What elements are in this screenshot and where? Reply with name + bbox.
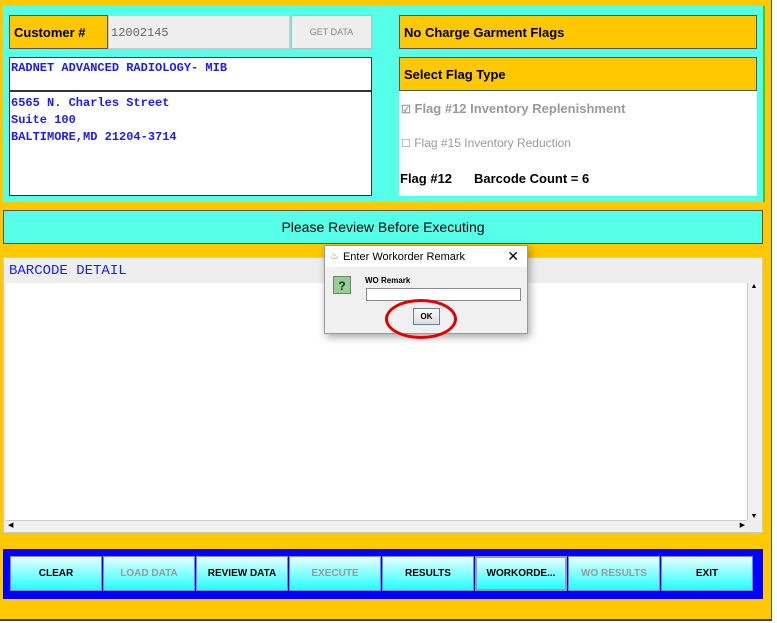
flag-12-label: Flag #12 Inventory Replenishment bbox=[414, 101, 626, 116]
flag-options-panel: ☑ Flag #12 Inventory Replenishment ☐ Fla… bbox=[399, 91, 757, 196]
checkbox-checked-icon: ☑ bbox=[401, 104, 411, 116]
wo-remark-input[interactable] bbox=[366, 288, 521, 301]
java-icon: ♨ bbox=[330, 251, 339, 262]
dialog-titlebar: ♨ Enter Workorder Remark ✕ bbox=[325, 246, 527, 267]
flags-title: No Charge Garment Flags bbox=[399, 15, 757, 49]
clear-button[interactable]: CLEAR bbox=[10, 556, 102, 591]
results-button[interactable]: RESULTS bbox=[382, 556, 474, 591]
customer-number-input[interactable]: 12002145 bbox=[108, 15, 290, 49]
exit-button[interactable]: EXIT bbox=[661, 556, 753, 591]
scroll-up-icon[interactable]: ▲ bbox=[748, 283, 760, 290]
flag-15-checkbox[interactable]: ☐ Flag #15 Inventory Reduction bbox=[401, 136, 571, 150]
get-data-button[interactable]: GET DATA bbox=[291, 15, 372, 49]
scroll-right-icon[interactable]: ▶ bbox=[740, 521, 745, 529]
question-icon: ? bbox=[333, 276, 351, 294]
wo-remark-label: WO Remark bbox=[365, 276, 411, 285]
scroll-down-icon[interactable]: ▼ bbox=[748, 513, 760, 520]
address-line: 6565 N. Charles Street bbox=[11, 96, 170, 110]
close-icon[interactable]: ✕ bbox=[507, 248, 519, 265]
button-bar: CLEAR LOAD DATA REVIEW DATA EXECUTE RESU… bbox=[3, 549, 763, 599]
review-data-button[interactable]: REVIEW DATA bbox=[196, 556, 288, 591]
review-banner: Please Review Before Executing bbox=[3, 210, 763, 244]
workorder-button[interactable]: WORKORDE... bbox=[475, 556, 567, 591]
customer-label: Customer # bbox=[9, 15, 108, 49]
divider bbox=[763, 6, 765, 202]
wo-results-button[interactable]: WO RESULTS bbox=[568, 556, 660, 591]
vertical-scrollbar[interactable]: ▲ ▼ bbox=[747, 283, 760, 520]
address-line: BALTIMORE,MD 21204-3714 bbox=[11, 130, 177, 144]
barcode-detail-title: BARCODE DETAIL bbox=[9, 263, 127, 279]
flag-12-checkbox[interactable]: ☑ Flag #12 Inventory Replenishment bbox=[401, 101, 625, 116]
checkbox-unchecked-icon: ☐ bbox=[401, 138, 411, 150]
customer-address: 6565 N. Charles Street Suite 100 BALTIMO… bbox=[9, 91, 372, 196]
scroll-left-icon[interactable]: ◀ bbox=[8, 521, 13, 529]
select-flag-type-label: Select Flag Type bbox=[399, 57, 757, 91]
load-data-button[interactable]: LOAD DATA bbox=[103, 556, 195, 591]
selected-flag: Flag #12 bbox=[400, 171, 453, 186]
barcode-count: Barcode Count = 6 bbox=[474, 171, 590, 186]
dialog-title: Enter Workorder Remark bbox=[342, 250, 466, 263]
highlight-circle bbox=[385, 299, 457, 339]
horizontal-scrollbar[interactable]: ◀ ▶ bbox=[6, 520, 747, 531]
execute-button[interactable]: EXECUTE bbox=[289, 556, 381, 591]
customer-name: RADNET ADVANCED RADIOLOGY- MIB bbox=[9, 57, 372, 91]
flag-15-label: Flag #15 Inventory Reduction bbox=[414, 136, 571, 150]
address-line: Suite 100 bbox=[11, 113, 76, 127]
